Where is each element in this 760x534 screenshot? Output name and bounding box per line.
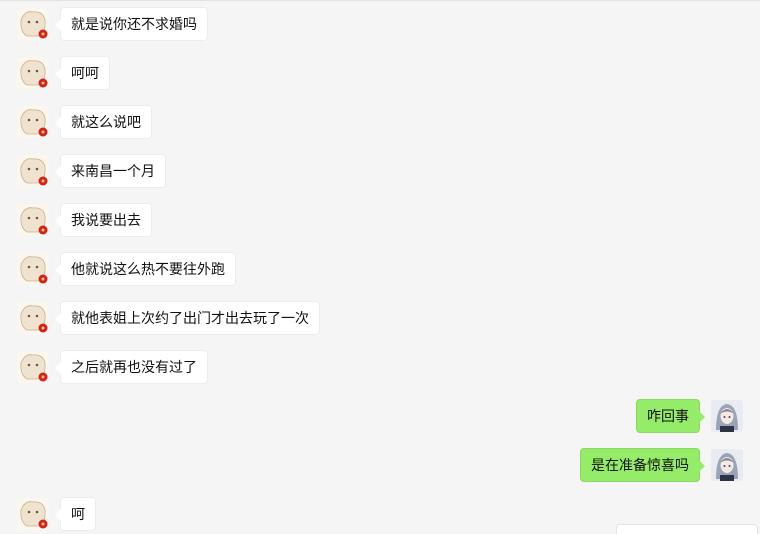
self-avatar-icon[interactable] (711, 400, 743, 432)
contact-avatar-icon[interactable] (17, 302, 49, 334)
contact-avatar-icon[interactable] (17, 106, 49, 138)
chat-message-list[interactable]: 就是说你还不求婚吗 呵呵 就这么说吧 来南昌一个月 我说要出去 他就说这么热不要… (0, 0, 760, 534)
message-bubble[interactable]: 就是说你还不求婚吗 (55, 7, 208, 41)
contact-avatar-icon[interactable] (17, 155, 49, 187)
message-bubble[interactable]: 我说要出去 (55, 203, 152, 237)
message-bubble[interactable]: 就他表姐上次约了出门才出去玩了一次 (55, 301, 320, 335)
contact-avatar-icon[interactable] (17, 351, 49, 383)
message-bubble[interactable]: 之后就再也没有过了 (55, 350, 208, 384)
self-avatar-icon[interactable] (711, 449, 743, 481)
message-bubble[interactable]: 他就说这么热不要往外跑 (55, 252, 236, 286)
message-bubble[interactable]: 就这么说吧 (55, 105, 152, 139)
contact-avatar-icon[interactable] (17, 57, 49, 89)
contact-avatar-icon[interactable] (17, 253, 49, 285)
message-bubble[interactable]: 咋回事 (636, 399, 705, 433)
contact-avatar-icon[interactable] (17, 8, 49, 40)
contact-avatar-icon[interactable] (17, 204, 49, 236)
contact-avatar-icon[interactable] (17, 498, 49, 530)
message-bubble[interactable]: 来南昌一个月 (55, 154, 166, 188)
message-bubble[interactable]: 是在准备惊喜吗 (580, 448, 705, 482)
floating-panel-edge (616, 524, 758, 534)
message-bubble[interactable]: 呵 (55, 497, 96, 531)
message-bubble[interactable]: 呵呵 (55, 56, 110, 90)
